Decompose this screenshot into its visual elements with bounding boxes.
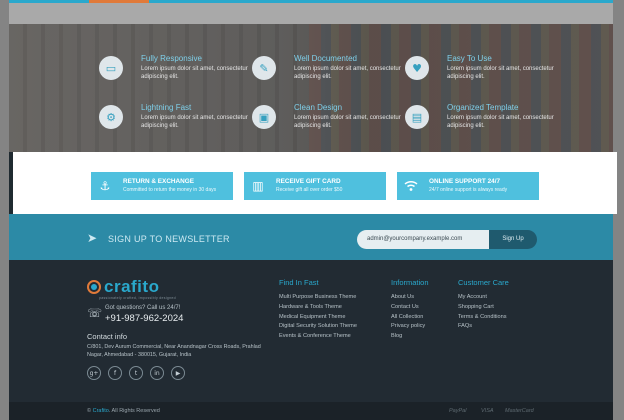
feature-item: ♥ Easy To Use Lorem ipsum dolor sit amet… — [405, 54, 575, 88]
service-title: ONLINE SUPPORT 24/7 — [429, 178, 501, 185]
feature-title: Organized Template — [447, 103, 519, 112]
newsletter-email-input[interactable]: admin@yourcompany.example.com — [357, 230, 489, 249]
bottom-bar: © Crafito. All Rights Reserved PayPal VI… — [9, 402, 613, 420]
service-online-support[interactable]: ONLINE SUPPORT 24/7 24/7 online support … — [397, 172, 539, 200]
service-desc: Receive gift all over order $50 — [276, 187, 343, 193]
sign-up-button[interactable]: Sign Up — [489, 230, 537, 249]
column-title-information: Information — [391, 278, 429, 287]
footer-link[interactable]: Digital Security Solution Theme — [279, 323, 357, 333]
paper-plane-icon: ➤ — [87, 231, 98, 245]
file-icon: ▤ — [405, 105, 429, 129]
feature-title: Well Documented — [294, 54, 357, 63]
footer-link[interactable]: Terms & Conditions — [458, 314, 507, 324]
monitor-icon: ▭ — [99, 56, 123, 80]
service-desc: Committed to return the money in 30 days — [123, 187, 217, 193]
contact-info-title: Contact info — [87, 332, 128, 341]
feature-title: Lightning Fast — [141, 103, 192, 112]
newsletter-title: SIGN UP TO NEWSLETTER — [108, 234, 230, 244]
twitter-icon[interactable]: t — [129, 366, 143, 380]
top-strip — [9, 0, 613, 24]
facebook-icon[interactable]: f — [108, 366, 122, 380]
feature-desc: Lorem ipsum dolor sit amet, consectetur … — [294, 66, 401, 80]
feature-title: Fully Responsive — [141, 54, 202, 63]
feature-desc: Lorem ipsum dolor sit amet, consectetur … — [447, 66, 554, 80]
footer-link[interactable]: Hardware & Tools Theme — [279, 304, 357, 314]
paypal-icon: PayPal — [449, 408, 467, 414]
logo-mark-icon — [87, 280, 101, 294]
service-return-exchange[interactable]: ⚓ RETURN & EXCHANGE Committed to return … — [91, 172, 233, 200]
service-desc: 24/7 online support is always ready — [429, 187, 508, 193]
feature-desc: Lorem ipsum dolor sit amet, consectetur … — [447, 115, 554, 129]
services-band: ⚓ RETURN & EXCHANGE Committed to return … — [13, 152, 617, 214]
anchor-icon: ⚓ — [99, 179, 111, 193]
footer-link[interactable]: Multi Purpose Business Theme — [279, 294, 357, 304]
information-list: About Us Contact Us All Collection Priva… — [391, 294, 425, 343]
linkedin-icon[interactable]: in — [150, 366, 164, 380]
footer-link[interactable]: Contact Us — [391, 304, 425, 314]
feature-title: Easy To Use — [447, 54, 492, 63]
heart-icon: ♥ — [405, 56, 429, 80]
footer-link[interactable]: Events & Conference Theme — [279, 333, 357, 343]
google-plus-icon[interactable]: g+ — [87, 366, 101, 380]
footer-link[interactable]: Shopping Cart — [458, 304, 507, 314]
support-phone[interactable]: +91-987-962-2024 — [105, 313, 183, 324]
phone-icon: ☏ — [87, 306, 103, 320]
logo-tagline: passionately crafted, impossibly designe… — [99, 296, 176, 300]
column-title-find-in-fast: Find In Fast — [279, 278, 319, 287]
footer-link[interactable]: About Us — [391, 294, 425, 304]
feature-item: ▤ Organized Template Lorem ipsum dolor s… — [405, 103, 575, 137]
footer-link[interactable]: All Collection — [391, 314, 425, 324]
footer-link[interactable]: Blog — [391, 333, 425, 343]
mastercard-icon: MasterCard — [505, 408, 534, 414]
footer-link[interactable]: Privacy policy — [391, 323, 425, 333]
service-gift-card[interactable]: ▥ RECEIVE GIFT CARD Receive gift all ove… — [244, 172, 386, 200]
feature-item: ⚙ Lightning Fast Lorem ipsum dolor sit a… — [99, 103, 269, 137]
visa-icon: VISA — [481, 408, 494, 414]
gear-icon: ⚙ — [99, 105, 123, 129]
gift-icon: ▥ — [252, 179, 264, 193]
support-question: Got questions? Call us 24/7! — [105, 305, 181, 311]
footer-link[interactable]: Medical Equipment Theme — [279, 314, 357, 324]
copyright-brand-link[interactable]: Crafito — [93, 408, 109, 414]
column-title-customer-care: Customer Care — [458, 278, 509, 287]
service-title: RETURN & EXCHANGE — [123, 178, 195, 185]
footer: crafito passionately crafted, impossibly… — [9, 260, 613, 402]
feature-item: ▣ Clean Design Lorem ipsum dolor sit ame… — [252, 103, 422, 137]
feature-desc: Lorem ipsum dolor sit amet, consectetur … — [141, 115, 248, 129]
service-title: RECEIVE GIFT CARD — [276, 178, 341, 185]
footer-link[interactable]: FAQs — [458, 323, 507, 333]
newsletter-bar: ➤ SIGN UP TO NEWSLETTER admin@yourcompan… — [9, 214, 613, 260]
image-icon: ▣ — [252, 105, 276, 129]
feature-desc: Lorem ipsum dolor sit amet, consectetur … — [294, 115, 401, 129]
top-accent-highlight — [89, 0, 149, 3]
feature-item: ✎ Well Documented Lorem ipsum dolor sit … — [252, 54, 422, 88]
logo-text: crafito — [104, 277, 160, 296]
crafito-logo[interactable]: crafito — [87, 277, 159, 297]
footer-link[interactable]: My Account — [458, 294, 507, 304]
feature-item: ▭ Fully Responsive Lorem ipsum dolor sit… — [99, 54, 269, 88]
copyright: © Crafito. All Rights Reserved — [87, 408, 160, 414]
wifi-icon — [397, 172, 425, 200]
features-section: ▭ Fully Responsive Lorem ipsum dolor sit… — [9, 24, 613, 152]
find-in-fast-list: Multi Purpose Business Theme Hardware & … — [279, 294, 357, 343]
feature-desc: Lorem ipsum dolor sit amet, consectetur … — [141, 66, 248, 80]
youtube-icon[interactable]: ▶ — [171, 366, 185, 380]
copyright-suffix: . All Rights Reserved — [108, 408, 160, 414]
pencil-icon: ✎ — [252, 56, 276, 80]
contact-address: C/801, Dev Aurum Commercial, Near Anandn… — [87, 344, 261, 358]
customer-care-list: My Account Shopping Cart Terms & Conditi… — [458, 294, 507, 333]
feature-title: Clean Design — [294, 103, 343, 112]
